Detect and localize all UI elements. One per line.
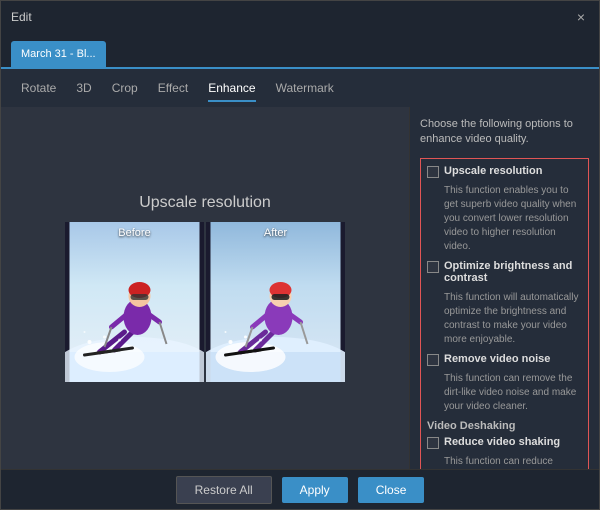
before-label: Before	[118, 227, 150, 239]
tab-effect[interactable]: Effect	[158, 76, 188, 100]
tab-bar: March 31 - Bl...	[1, 33, 599, 69]
title-bar: Edit ×	[1, 1, 599, 33]
brightness-title: Optimize brightness and contrast	[444, 260, 582, 284]
nav-tabs: Rotate 3D Crop Effect Enhance Watermark	[1, 69, 599, 107]
left-panel: Upscale resolution Before	[1, 107, 409, 469]
enhance-options-section: Upscale resolution This function enables…	[420, 158, 589, 469]
main-content: Upscale resolution Before	[1, 107, 599, 469]
noise-desc: This function can remove the dirt-like v…	[444, 372, 582, 414]
brightness-checkbox[interactable]	[427, 261, 439, 273]
upscale-option-row: Upscale resolution	[427, 165, 582, 180]
edit-window: Edit × March 31 - Bl... Rotate 3D Crop E…	[0, 0, 600, 510]
deshaking-section-label: Video Deshaking	[427, 420, 582, 432]
bottom-bar: Restore All Apply Close	[1, 469, 599, 509]
tab-rotate[interactable]: Rotate	[21, 76, 56, 100]
noise-option-row: Remove video noise	[427, 353, 582, 368]
after-pane: After	[206, 222, 345, 382]
right-panel: Choose the following options to enhance …	[409, 107, 599, 469]
upscale-desc: This function enables you to get superb …	[444, 184, 582, 254]
brightness-desc: This function will automatically optimiz…	[444, 291, 582, 347]
tab-crop[interactable]: Crop	[112, 76, 138, 100]
shaking-checkbox[interactable]	[427, 437, 439, 449]
before-image	[65, 222, 204, 382]
window-title: Edit	[11, 10, 573, 24]
shaking-desc: This function can reduce shaking motion …	[444, 455, 582, 469]
shaking-title: Reduce video shaking	[444, 436, 560, 448]
restore-all-button[interactable]: Restore All	[176, 476, 272, 504]
noise-checkbox[interactable]	[427, 354, 439, 366]
before-pane: Before	[65, 222, 204, 382]
noise-title: Remove video noise	[444, 353, 550, 365]
upscale-checkbox[interactable]	[427, 166, 439, 178]
after-image	[206, 222, 345, 382]
preview-container: Before	[65, 222, 345, 382]
close-icon[interactable]: ×	[573, 9, 589, 25]
upscale-title: Upscale resolution	[444, 165, 542, 177]
apply-button[interactable]: Apply	[282, 477, 348, 503]
after-label: After	[264, 227, 287, 239]
brightness-option-row: Optimize brightness and contrast	[427, 260, 582, 287]
tab-3d[interactable]: 3D	[76, 76, 91, 100]
file-tab[interactable]: March 31 - Bl...	[11, 41, 106, 67]
close-button[interactable]: Close	[358, 477, 425, 503]
right-panel-intro: Choose the following options to enhance …	[420, 117, 589, 148]
preview-title: Upscale resolution	[139, 194, 271, 212]
tab-enhance[interactable]: Enhance	[208, 76, 255, 100]
shaking-option-row: Reduce video shaking	[427, 436, 582, 451]
tab-watermark[interactable]: Watermark	[276, 76, 334, 100]
